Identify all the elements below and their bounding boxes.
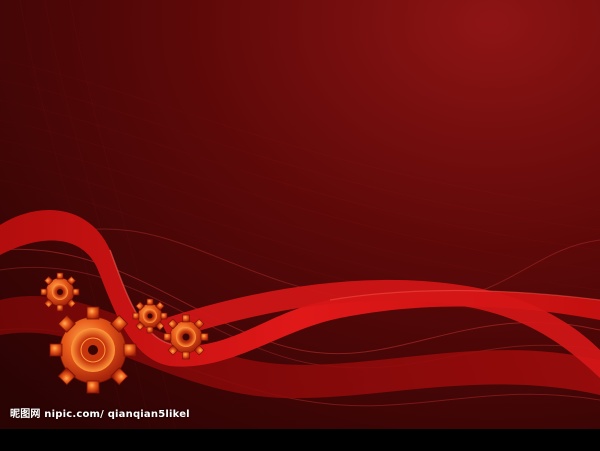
wallpaper: 昵图网 nipic.com/ qianqian5likel	[0, 0, 600, 451]
background-art	[0, 0, 600, 451]
gear-icon	[49, 306, 137, 394]
gear-icon	[132, 298, 168, 334]
watermark-text: 昵图网 nipic.com/ qianqian5likel	[10, 409, 190, 420]
gear-icon	[163, 314, 209, 360]
gear-icon	[40, 272, 80, 312]
footer-bar	[0, 429, 600, 451]
